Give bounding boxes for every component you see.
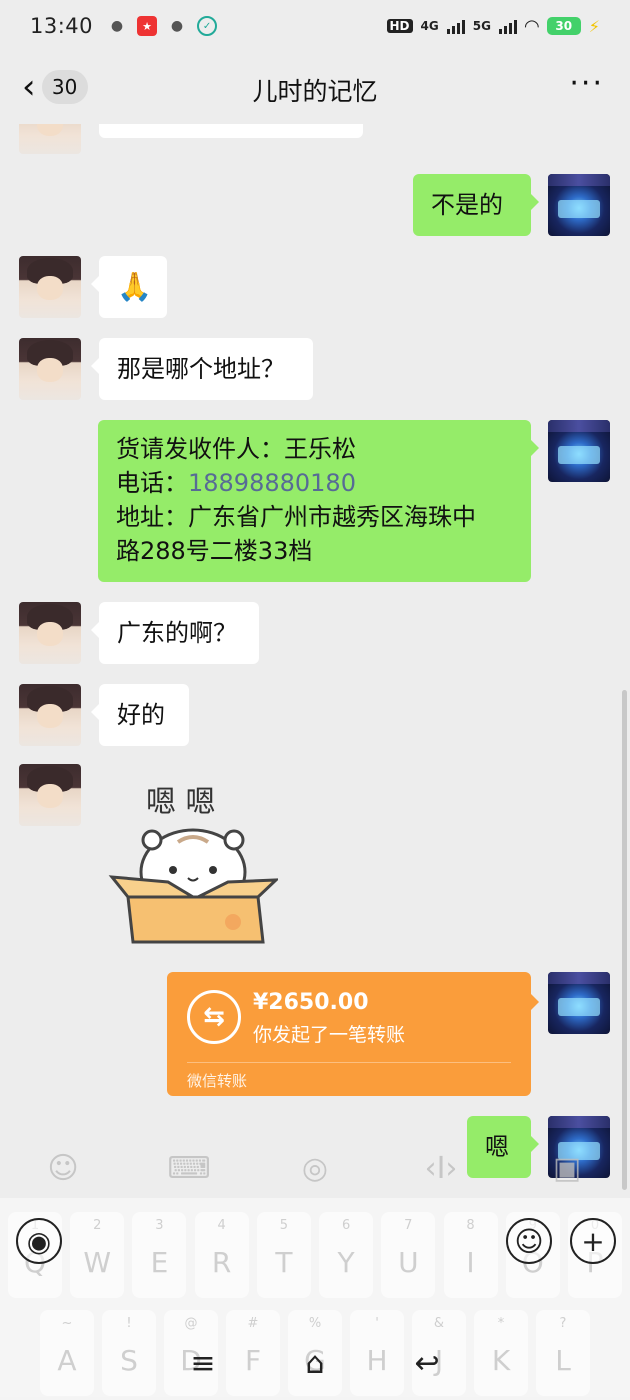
wifi-icon: ◠: [524, 15, 539, 37]
emoji-icon[interactable]: ☺: [43, 1148, 83, 1188]
transfer-divider: [187, 1062, 511, 1063]
contact-avatar[interactable]: [19, 338, 81, 400]
cat-in-box-sticker[interactable]: 嗯 嗯: [108, 782, 280, 952]
contact-avatar[interactable]: [19, 602, 81, 664]
key-secondary-label: 3: [155, 1218, 164, 1233]
notification-icons: ● ★ ● ✓: [107, 16, 218, 36]
key-label: W: [83, 1246, 112, 1279]
signal-5g-icon: [498, 18, 517, 34]
app-notification-icon: ★: [137, 16, 158, 36]
transfer-amount: ¥2650.00: [253, 990, 369, 1015]
message-text: 不是的: [431, 191, 503, 219]
message-notification-icon: ●: [170, 18, 184, 34]
my-avatar[interactable]: [548, 174, 610, 236]
back-nav-icon[interactable]: ↩: [415, 1346, 440, 1381]
chat-title: 儿时的记忆: [252, 77, 378, 106]
key-secondary-label: 7: [404, 1218, 413, 1233]
contact-avatar[interactable]: [19, 256, 81, 318]
message-line: 地址：广东省广州市越秀区海珠中: [116, 503, 476, 531]
key-r[interactable]: 4R: [194, 1212, 249, 1298]
key-secondary-label: *: [497, 1316, 505, 1331]
key-label: T: [275, 1246, 293, 1279]
network-5g-label: 5G: [472, 19, 491, 33]
message-text: 那是哪个地址？: [117, 355, 285, 383]
wechat-chat-screen: 13:40 ● ★ ● ✓ HD 4G 5G ◠ 30 ⚡ ‹ 30 儿时的记忆…: [0, 0, 630, 1400]
pray-emoji-icon: 🙏: [117, 270, 152, 303]
charging-icon: ⚡: [588, 16, 600, 36]
key-label: E: [150, 1246, 169, 1279]
key-secondary-label: &: [433, 1316, 445, 1331]
message-text: 广东的啊？: [117, 619, 237, 647]
system-indicators: HD 4G 5G ◠ 30 ⚡: [386, 15, 600, 37]
money-transfer-card[interactable]: ⇆ ¥2650.00 你发起了一笔转账 微信转账: [167, 972, 539, 1096]
wechat-notification-icon: ●: [110, 18, 124, 34]
key-e[interactable]: 3E: [132, 1212, 187, 1298]
network-4g-label: 4G: [420, 19, 439, 33]
system-navigation: ≡ ⌂ ↩: [0, 1340, 630, 1386]
message-bubble-partial[interactable]: 汪飞18855513871: [99, 124, 363, 138]
key-secondary-label: %: [308, 1316, 322, 1331]
keyboard-icon[interactable]: ⌨: [167, 1148, 210, 1188]
key-secondary-label: ~: [61, 1316, 73, 1331]
key-secondary-label: 8: [466, 1218, 475, 1233]
menu-icon[interactable]: ≡: [190, 1346, 215, 1381]
signal-icon: [446, 18, 465, 34]
key-secondary-label: 5: [279, 1218, 289, 1233]
more-options-button[interactable]: ···: [569, 69, 604, 99]
phone-link[interactable]: 18898880180: [188, 469, 356, 497]
key-y[interactable]: 6Y: [319, 1212, 374, 1298]
key-secondary-label: #: [247, 1316, 259, 1331]
message-line: 货请发收件人：王乐松: [116, 435, 356, 463]
scrollbar[interactable]: [622, 690, 627, 1190]
voice-input-icon[interactable]: ◉: [16, 1218, 62, 1264]
microphone-icon[interactable]: ◎: [295, 1148, 335, 1188]
battery-icon: 30: [546, 17, 581, 35]
status-time: 13:40: [30, 14, 94, 38]
hd-indicator: HD: [386, 19, 413, 33]
status-bar: 13:40 ● ★ ● ✓ HD 4G 5G ◠ 30 ⚡: [0, 0, 630, 52]
transfer-arrows-icon: ⇆: [187, 990, 241, 1044]
message-text: 好的: [117, 701, 165, 729]
key-secondary-label: ': [375, 1316, 379, 1331]
message-line: 路288号二楼33档: [116, 537, 313, 565]
message-bubble-incoming[interactable]: 广东的啊？: [91, 602, 259, 664]
key-secondary-label: 6: [341, 1218, 351, 1233]
key-t[interactable]: 5T: [256, 1212, 311, 1298]
key-i[interactable]: 8I: [443, 1212, 498, 1298]
transfer-description: 你发起了一笔转账: [253, 1024, 406, 1046]
sticker-icon[interactable]: ▣: [547, 1148, 587, 1188]
contact-avatar[interactable]: [19, 684, 81, 746]
key-secondary-label: ?: [559, 1316, 567, 1331]
message-line: 电话：18898880180: [116, 469, 356, 497]
key-secondary-label: 4: [217, 1218, 226, 1233]
key-label: I: [466, 1246, 475, 1279]
contact-avatar[interactable]: [19, 124, 81, 154]
key-secondary-label: !: [126, 1316, 132, 1331]
message-list[interactable]: 汪飞18855513871 不是的 🙏 那是哪个地址？ 货请发收件人：王乐松 电…: [0, 124, 630, 1200]
key-label: U: [398, 1246, 419, 1279]
key-secondary-label: @: [184, 1316, 198, 1331]
message-bubble-incoming[interactable]: 好的: [91, 684, 189, 746]
cursor-icon[interactable]: ‹I›: [421, 1148, 461, 1188]
chat-header: ‹ 30 儿时的记忆 ···: [0, 52, 630, 124]
key-secondary-label: 2: [93, 1218, 102, 1233]
input-toolbar: ☺ ⌨ ◎ ‹I› ▣: [0, 1140, 630, 1196]
message-bubble-outgoing[interactable]: 货请发收件人：王乐松 电话：18898880180 地址：广东省广州市越秀区海珠…: [98, 420, 539, 582]
plus-icon[interactable]: +: [570, 1218, 616, 1264]
emoji-keyboard-icon[interactable]: ☺: [506, 1218, 552, 1264]
key-label: Y: [337, 1246, 355, 1279]
key-w[interactable]: 2W: [70, 1212, 125, 1298]
sticker-text: 嗯 嗯: [146, 785, 216, 820]
contact-avatar[interactable]: [19, 764, 81, 826]
message-bubble-outgoing[interactable]: 不是的: [413, 174, 539, 236]
message-bubble-incoming[interactable]: 🙏: [91, 256, 167, 318]
my-avatar[interactable]: [548, 420, 610, 482]
transfer-footer: 微信转账: [187, 1072, 248, 1090]
clock-notification-icon: ✓: [197, 16, 218, 36]
message-bubble-incoming[interactable]: 那是哪个地址？: [91, 338, 313, 400]
key-u[interactable]: 7U: [381, 1212, 436, 1298]
home-icon[interactable]: ⌂: [305, 1346, 324, 1381]
key-label: R: [211, 1246, 232, 1279]
my-avatar[interactable]: [548, 972, 610, 1034]
